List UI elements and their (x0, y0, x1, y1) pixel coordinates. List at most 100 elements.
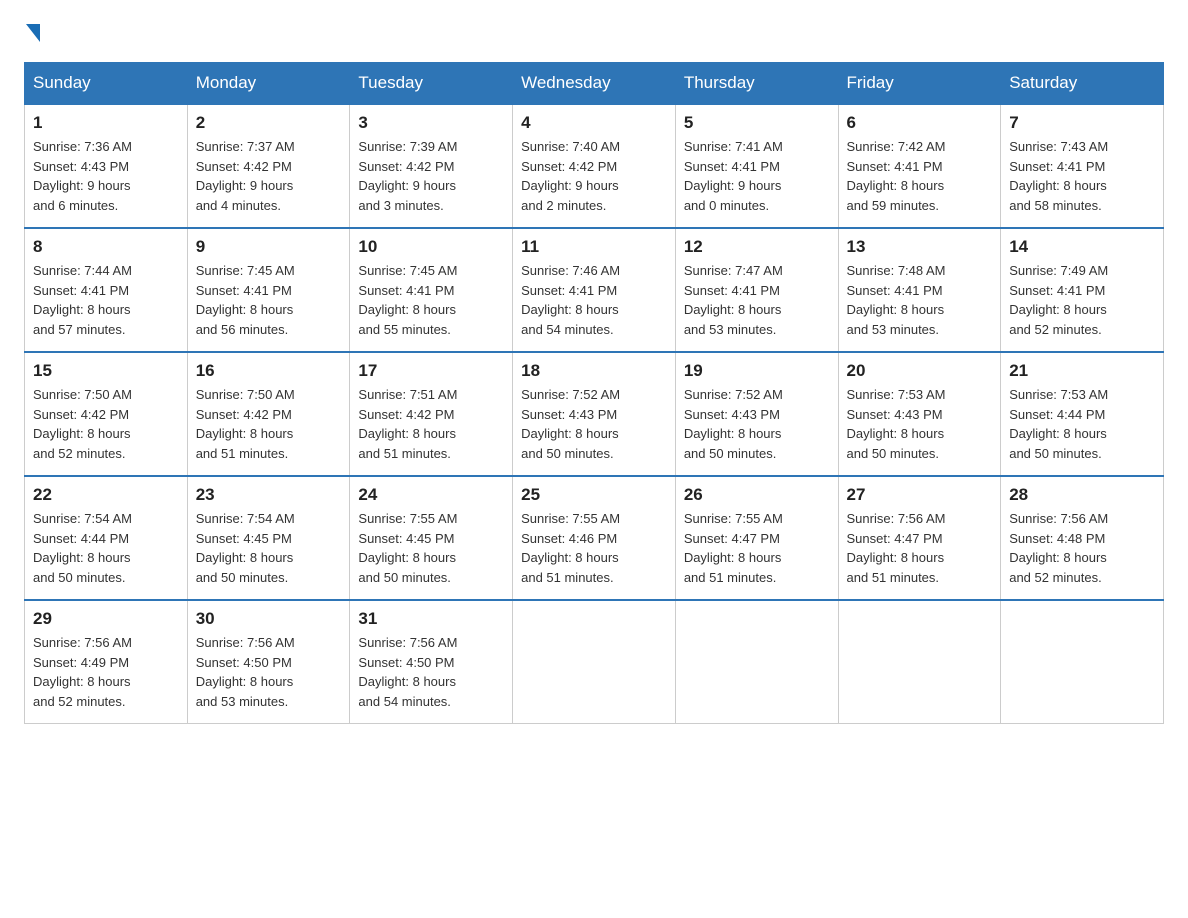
calendar-cell: 15 Sunrise: 7:50 AMSunset: 4:42 PMDaylig… (25, 352, 188, 476)
day-number: 21 (1009, 361, 1155, 381)
day-info: Sunrise: 7:52 AMSunset: 4:43 PMDaylight:… (521, 385, 667, 463)
calendar-cell: 29 Sunrise: 7:56 AMSunset: 4:49 PMDaylig… (25, 600, 188, 724)
calendar-week-row: 29 Sunrise: 7:56 AMSunset: 4:49 PMDaylig… (25, 600, 1164, 724)
day-number: 5 (684, 113, 830, 133)
day-info: Sunrise: 7:53 AMSunset: 4:44 PMDaylight:… (1009, 385, 1155, 463)
day-number: 19 (684, 361, 830, 381)
day-number: 23 (196, 485, 342, 505)
day-number: 8 (33, 237, 179, 257)
day-number: 20 (847, 361, 993, 381)
calendar-week-row: 22 Sunrise: 7:54 AMSunset: 4:44 PMDaylig… (25, 476, 1164, 600)
day-info: Sunrise: 7:56 AMSunset: 4:49 PMDaylight:… (33, 633, 179, 711)
calendar-cell: 27 Sunrise: 7:56 AMSunset: 4:47 PMDaylig… (838, 476, 1001, 600)
day-info: Sunrise: 7:42 AMSunset: 4:41 PMDaylight:… (847, 137, 993, 215)
day-number: 6 (847, 113, 993, 133)
day-number: 2 (196, 113, 342, 133)
day-number: 24 (358, 485, 504, 505)
day-info: Sunrise: 7:56 AMSunset: 4:50 PMDaylight:… (358, 633, 504, 711)
weekday-header-sunday: Sunday (25, 63, 188, 105)
calendar-cell: 7 Sunrise: 7:43 AMSunset: 4:41 PMDayligh… (1001, 104, 1164, 228)
calendar-cell: 23 Sunrise: 7:54 AMSunset: 4:45 PMDaylig… (187, 476, 350, 600)
day-info: Sunrise: 7:54 AMSunset: 4:45 PMDaylight:… (196, 509, 342, 587)
logo-arrow-icon (26, 24, 40, 42)
calendar-cell: 12 Sunrise: 7:47 AMSunset: 4:41 PMDaylig… (675, 228, 838, 352)
calendar-cell: 26 Sunrise: 7:55 AMSunset: 4:47 PMDaylig… (675, 476, 838, 600)
calendar-cell: 25 Sunrise: 7:55 AMSunset: 4:46 PMDaylig… (513, 476, 676, 600)
day-number: 27 (847, 485, 993, 505)
calendar-cell (675, 600, 838, 724)
day-info: Sunrise: 7:46 AMSunset: 4:41 PMDaylight:… (521, 261, 667, 339)
calendar-cell (838, 600, 1001, 724)
weekday-header-friday: Friday (838, 63, 1001, 105)
calendar-cell: 4 Sunrise: 7:40 AMSunset: 4:42 PMDayligh… (513, 104, 676, 228)
day-number: 9 (196, 237, 342, 257)
day-info: Sunrise: 7:55 AMSunset: 4:47 PMDaylight:… (684, 509, 830, 587)
calendar-cell: 3 Sunrise: 7:39 AMSunset: 4:42 PMDayligh… (350, 104, 513, 228)
day-number: 18 (521, 361, 667, 381)
calendar-week-row: 8 Sunrise: 7:44 AMSunset: 4:41 PMDayligh… (25, 228, 1164, 352)
day-number: 11 (521, 237, 667, 257)
calendar-cell: 16 Sunrise: 7:50 AMSunset: 4:42 PMDaylig… (187, 352, 350, 476)
calendar-cell: 2 Sunrise: 7:37 AMSunset: 4:42 PMDayligh… (187, 104, 350, 228)
day-number: 1 (33, 113, 179, 133)
day-number: 4 (521, 113, 667, 133)
calendar-cell: 18 Sunrise: 7:52 AMSunset: 4:43 PMDaylig… (513, 352, 676, 476)
page-header (24, 24, 1164, 42)
day-info: Sunrise: 7:43 AMSunset: 4:41 PMDaylight:… (1009, 137, 1155, 215)
day-number: 7 (1009, 113, 1155, 133)
weekday-header-row: SundayMondayTuesdayWednesdayThursdayFrid… (25, 63, 1164, 105)
day-number: 15 (33, 361, 179, 381)
calendar-cell: 31 Sunrise: 7:56 AMSunset: 4:50 PMDaylig… (350, 600, 513, 724)
day-info: Sunrise: 7:55 AMSunset: 4:46 PMDaylight:… (521, 509, 667, 587)
weekday-header-saturday: Saturday (1001, 63, 1164, 105)
day-info: Sunrise: 7:40 AMSunset: 4:42 PMDaylight:… (521, 137, 667, 215)
day-info: Sunrise: 7:48 AMSunset: 4:41 PMDaylight:… (847, 261, 993, 339)
calendar-cell: 9 Sunrise: 7:45 AMSunset: 4:41 PMDayligh… (187, 228, 350, 352)
day-number: 10 (358, 237, 504, 257)
day-info: Sunrise: 7:53 AMSunset: 4:43 PMDaylight:… (847, 385, 993, 463)
day-info: Sunrise: 7:54 AMSunset: 4:44 PMDaylight:… (33, 509, 179, 587)
calendar-cell: 30 Sunrise: 7:56 AMSunset: 4:50 PMDaylig… (187, 600, 350, 724)
day-info: Sunrise: 7:39 AMSunset: 4:42 PMDaylight:… (358, 137, 504, 215)
day-info: Sunrise: 7:50 AMSunset: 4:42 PMDaylight:… (33, 385, 179, 463)
day-info: Sunrise: 7:56 AMSunset: 4:50 PMDaylight:… (196, 633, 342, 711)
day-info: Sunrise: 7:49 AMSunset: 4:41 PMDaylight:… (1009, 261, 1155, 339)
calendar-week-row: 15 Sunrise: 7:50 AMSunset: 4:42 PMDaylig… (25, 352, 1164, 476)
day-info: Sunrise: 7:47 AMSunset: 4:41 PMDaylight:… (684, 261, 830, 339)
calendar-cell: 10 Sunrise: 7:45 AMSunset: 4:41 PMDaylig… (350, 228, 513, 352)
day-info: Sunrise: 7:41 AMSunset: 4:41 PMDaylight:… (684, 137, 830, 215)
day-info: Sunrise: 7:56 AMSunset: 4:48 PMDaylight:… (1009, 509, 1155, 587)
calendar-cell: 8 Sunrise: 7:44 AMSunset: 4:41 PMDayligh… (25, 228, 188, 352)
logo (24, 24, 42, 42)
day-info: Sunrise: 7:52 AMSunset: 4:43 PMDaylight:… (684, 385, 830, 463)
calendar-cell: 6 Sunrise: 7:42 AMSunset: 4:41 PMDayligh… (838, 104, 1001, 228)
day-number: 14 (1009, 237, 1155, 257)
calendar-cell: 1 Sunrise: 7:36 AMSunset: 4:43 PMDayligh… (25, 104, 188, 228)
calendar-table: SundayMondayTuesdayWednesdayThursdayFrid… (24, 62, 1164, 724)
day-info: Sunrise: 7:45 AMSunset: 4:41 PMDaylight:… (358, 261, 504, 339)
day-info: Sunrise: 7:55 AMSunset: 4:45 PMDaylight:… (358, 509, 504, 587)
calendar-week-row: 1 Sunrise: 7:36 AMSunset: 4:43 PMDayligh… (25, 104, 1164, 228)
day-number: 12 (684, 237, 830, 257)
weekday-header-wednesday: Wednesday (513, 63, 676, 105)
calendar-cell (513, 600, 676, 724)
day-number: 31 (358, 609, 504, 629)
day-number: 17 (358, 361, 504, 381)
day-number: 3 (358, 113, 504, 133)
weekday-header-monday: Monday (187, 63, 350, 105)
day-number: 13 (847, 237, 993, 257)
calendar-cell: 17 Sunrise: 7:51 AMSunset: 4:42 PMDaylig… (350, 352, 513, 476)
day-number: 29 (33, 609, 179, 629)
day-info: Sunrise: 7:36 AMSunset: 4:43 PMDaylight:… (33, 137, 179, 215)
day-info: Sunrise: 7:45 AMSunset: 4:41 PMDaylight:… (196, 261, 342, 339)
calendar-cell: 13 Sunrise: 7:48 AMSunset: 4:41 PMDaylig… (838, 228, 1001, 352)
day-number: 22 (33, 485, 179, 505)
day-number: 26 (684, 485, 830, 505)
day-number: 30 (196, 609, 342, 629)
calendar-cell: 5 Sunrise: 7:41 AMSunset: 4:41 PMDayligh… (675, 104, 838, 228)
day-number: 25 (521, 485, 667, 505)
calendar-cell: 24 Sunrise: 7:55 AMSunset: 4:45 PMDaylig… (350, 476, 513, 600)
calendar-cell: 22 Sunrise: 7:54 AMSunset: 4:44 PMDaylig… (25, 476, 188, 600)
weekday-header-thursday: Thursday (675, 63, 838, 105)
day-number: 28 (1009, 485, 1155, 505)
